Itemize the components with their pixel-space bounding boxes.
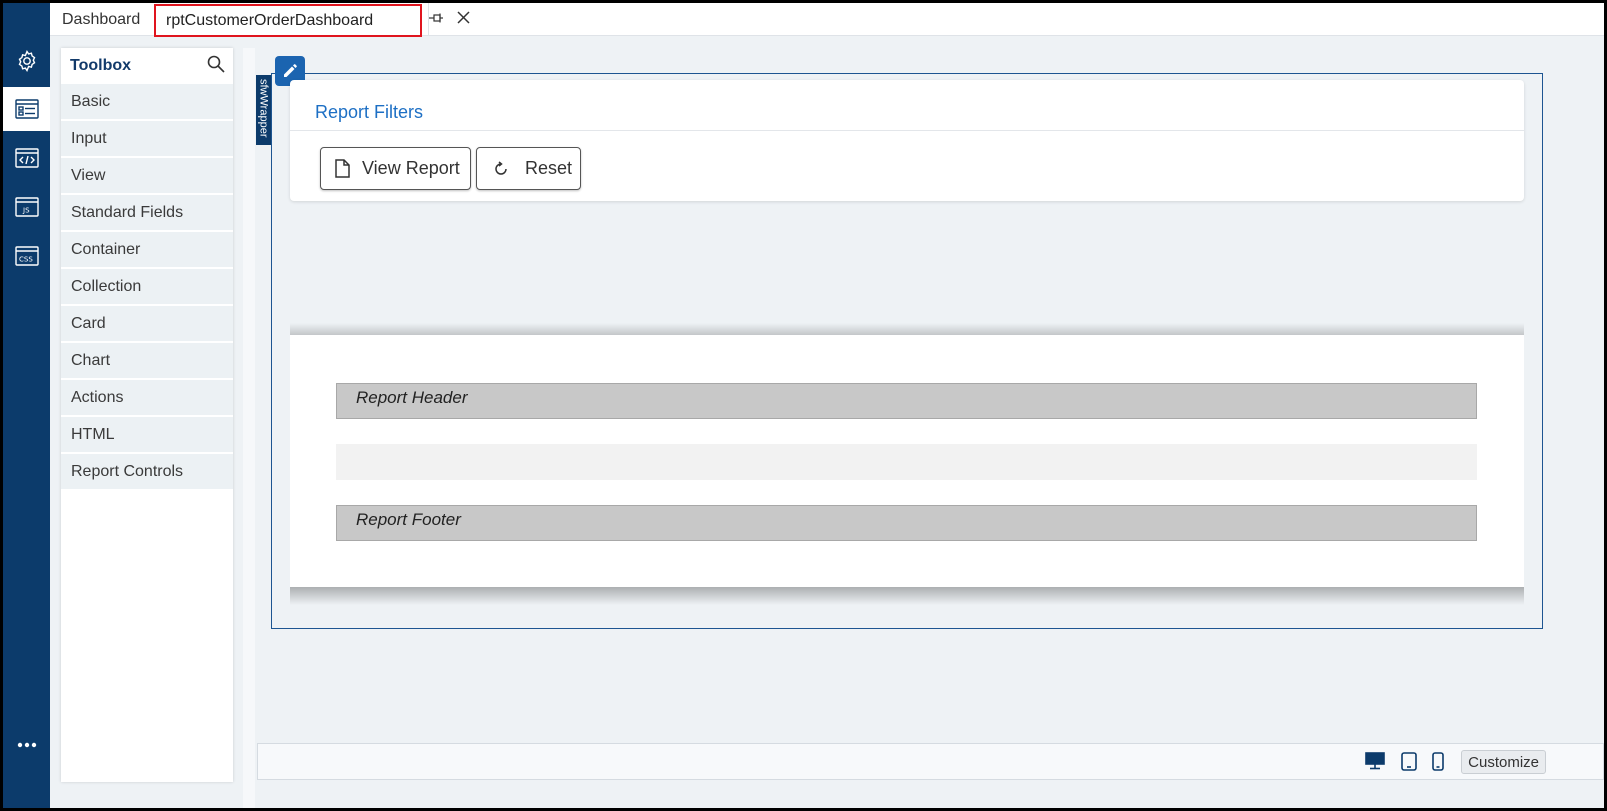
code-icon: [14, 148, 39, 168]
toolbox-item-container[interactable]: Container: [61, 232, 233, 267]
code-button[interactable]: [3, 136, 50, 180]
search-icon[interactable]: [207, 55, 225, 78]
report-filters-card: Report Filters View Report Reset: [290, 80, 1524, 201]
report-detail-band[interactable]: [336, 444, 1477, 480]
customize-button[interactable]: Customize: [1461, 750, 1546, 774]
view-report-label: View Report: [362, 158, 460, 178]
report-designer: Report Header Report Footer: [290, 335, 1524, 587]
document-icon: [335, 159, 350, 178]
tab-separator: [428, 3, 429, 36]
tablet-icon[interactable]: [1401, 752, 1417, 776]
pencil-icon: [284, 64, 297, 77]
toolbox-item-basic[interactable]: Basic: [61, 84, 233, 119]
toolbox-item-collection[interactable]: Collection: [61, 269, 233, 304]
toolbox-item-view[interactable]: View: [61, 158, 233, 193]
form-designer-button[interactable]: [3, 87, 50, 131]
tab-dashboard[interactable]: Dashboard: [62, 3, 140, 36]
svg-text:CSS: CSS: [19, 256, 33, 264]
toolbox-title: Toolbox: [70, 57, 132, 74]
report-footer-label: Report Footer: [356, 510, 461, 529]
svg-text:JS: JS: [22, 207, 30, 215]
js-button[interactable]: JS: [3, 185, 50, 229]
toolbox-item-report-controls[interactable]: Report Controls: [61, 454, 233, 489]
left-rail: JS CSS: [3, 3, 50, 808]
tab-dashboard-label: Dashboard: [62, 10, 141, 28]
toolbox-header: Toolbox: [61, 48, 233, 84]
toolbox-panel: Toolbox Basic Input View Standard Fields…: [61, 48, 233, 782]
app-window: JS CSS Dashboard rptCustomerOrderDashboa…: [3, 3, 1604, 808]
toolbox-item-html[interactable]: HTML: [61, 417, 233, 452]
form-designer-icon: [14, 99, 39, 119]
css-icon: CSS: [14, 246, 39, 266]
close-icon[interactable]: [457, 10, 470, 29]
tab-actions: [426, 3, 472, 36]
report-header-band[interactable]: Report Header: [336, 383, 1477, 419]
report-filters-title: Report Filters: [315, 102, 424, 122]
report-header-label: Report Header: [356, 388, 468, 407]
desktop-icon[interactable]: [1365, 752, 1385, 775]
toolbox-item-actions[interactable]: Actions: [61, 380, 233, 415]
tab-bar: Dashboard rptCustomerOrderDashboard: [50, 3, 1604, 37]
js-icon: JS: [14, 197, 39, 217]
settings-button[interactable]: [3, 39, 50, 83]
report-shadow-bottom: [290, 587, 1524, 605]
report-shadow-top: [290, 323, 1524, 335]
css-button[interactable]: CSS: [3, 234, 50, 278]
pin-icon[interactable]: [428, 11, 444, 29]
tab-rpt-customer-order-dashboard[interactable]: rptCustomerOrderDashboard: [154, 4, 422, 37]
wrapper-label: sfwWrapper: [256, 75, 271, 145]
toolbox-item-input[interactable]: Input: [61, 121, 233, 156]
splitter[interactable]: [243, 48, 255, 808]
toolbox-item-chart[interactable]: Chart: [61, 343, 233, 378]
more-icon: [17, 742, 36, 748]
tab-active-label: rptCustomerOrderDashboard: [166, 11, 374, 29]
status-bar: Customize: [257, 743, 1604, 780]
toolbox-item-standard-fields[interactable]: Standard Fields: [61, 195, 233, 230]
reset-label: Reset: [525, 158, 573, 178]
refresh-icon: [495, 160, 507, 175]
divider: [290, 130, 1524, 131]
toolbox-item-card[interactable]: Card: [61, 306, 233, 341]
reset-button[interactable]: Reset: [476, 147, 581, 190]
report-footer-band[interactable]: Report Footer: [336, 505, 1477, 541]
gear-icon: [18, 50, 35, 72]
view-report-button[interactable]: View Report: [320, 147, 471, 190]
more-button[interactable]: [3, 723, 50, 767]
mobile-icon[interactable]: [1432, 752, 1444, 776]
